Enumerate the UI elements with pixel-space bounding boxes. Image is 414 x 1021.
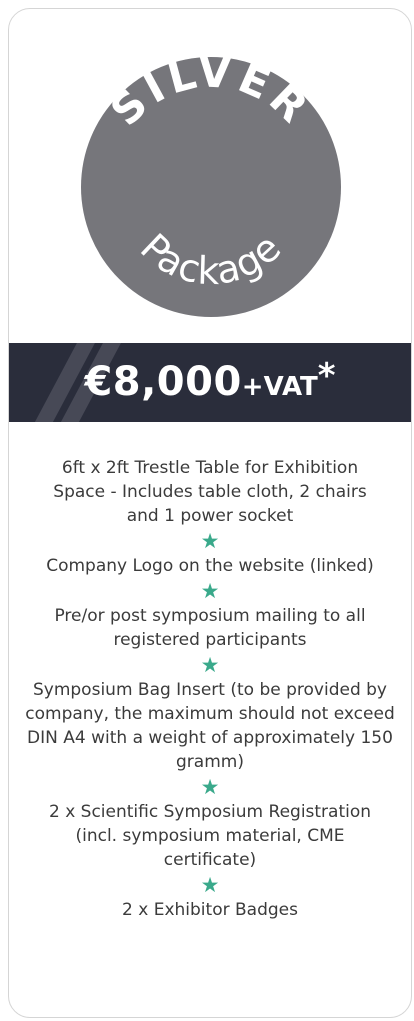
star-icon: ★ — [200, 775, 220, 799]
silver-badge: SILVER Package — [9, 9, 411, 339]
feature-item: Symposium Bag Insert (to be provided by … — [25, 680, 395, 772]
star-icon: ★ — [200, 529, 220, 553]
star-icon: ★ — [200, 653, 220, 677]
price-label: €8,000+VAT* — [9, 343, 411, 422]
price-amount: €8,000 — [84, 359, 242, 405]
feature-list: 6ft x 2ft Trestle Table for Exhibition S… — [9, 456, 411, 922]
star-icon: ★ — [200, 873, 220, 897]
price-vat: +VAT — [241, 372, 318, 402]
feature-item: 2 x Exhibitor Badges — [122, 900, 298, 920]
price-footnote-marker: * — [317, 356, 336, 396]
feature-item: Pre/or post symposium mailing to all reg… — [54, 606, 366, 650]
star-icon: ★ — [200, 579, 220, 603]
silver-package-card: SILVER Package €8,000+VAT* 6ft x 2ft Tre… — [8, 8, 412, 1018]
feature-item: 2 x Scientific Symposium Registration (i… — [48, 802, 372, 870]
price-banner: €8,000+VAT* — [9, 343, 411, 422]
feature-item: 6ft x 2ft Trestle Table for Exhibition S… — [53, 458, 367, 526]
feature-item: Company Logo on the website (linked) — [46, 556, 374, 576]
badge-circle-graphic: SILVER Package — [81, 47, 341, 317]
